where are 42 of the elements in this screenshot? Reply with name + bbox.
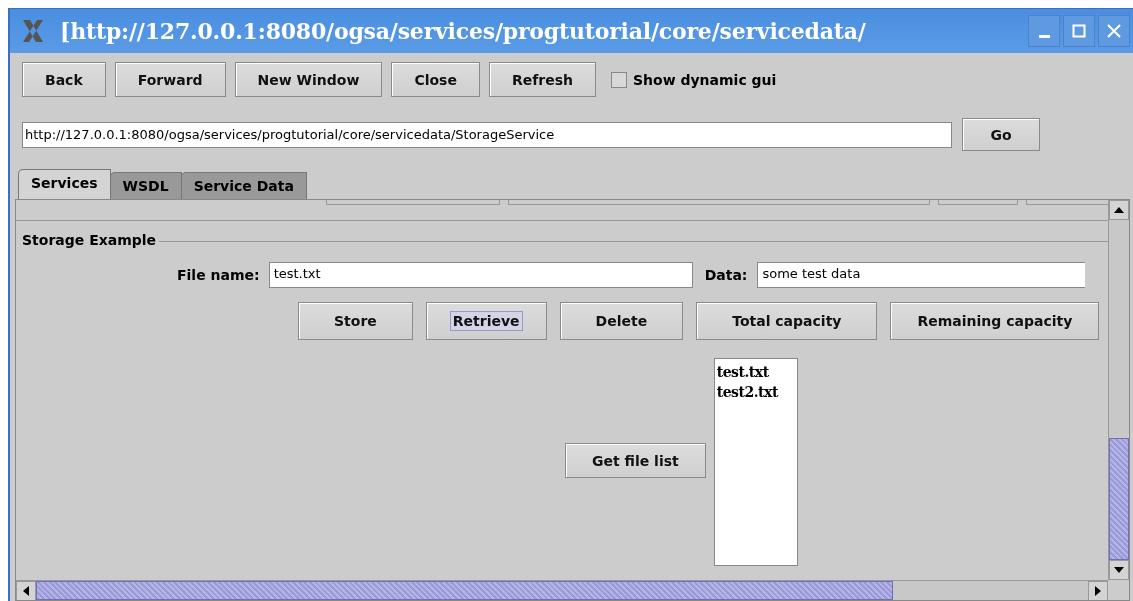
group-title: Storage Example (22, 232, 160, 248)
tab[interactable]: Service Data (180, 172, 307, 199)
toolbar-button[interactable]: New Window (234, 62, 383, 97)
toolbar-button[interactable]: Refresh (488, 62, 596, 97)
file-list[interactable]: test.txt test2.txt (713, 358, 798, 566)
action-button[interactable]: Store (298, 302, 413, 340)
minimize-icon (1038, 34, 1050, 38)
file-name-field[interactable]: test.txt (268, 262, 693, 288)
action-button[interactable]: Remaining capacity (890, 302, 1100, 340)
toolbar-button[interactable]: Back (22, 62, 106, 97)
window-title: [http://127.0.0.1:8080/ogsa/services/progtutorial/core/servicedata/ (60, 18, 867, 44)
maximize-icon (1072, 24, 1086, 38)
action-button[interactable]: Retrieve (425, 302, 547, 340)
x-logo-icon (20, 18, 46, 44)
go-button[interactable]: Go (962, 118, 1040, 151)
scroll-up-icon[interactable] (1109, 200, 1129, 220)
maximize-button[interactable] (1063, 15, 1095, 47)
tab[interactable]: WSDL (109, 172, 182, 199)
action-button[interactable]: Total capacity (696, 302, 878, 340)
action-button[interactable]: Delete (559, 302, 684, 340)
checkbox[interactable] (611, 71, 627, 88)
close-button[interactable] (1098, 15, 1130, 47)
toolbar-button[interactable]: Close (391, 62, 480, 97)
scroll-down-icon[interactable] (1109, 560, 1129, 580)
data-field[interactable]: some test data (757, 262, 1086, 288)
minimize-button[interactable] (1028, 15, 1060, 47)
scroll-thumb[interactable] (1109, 438, 1129, 560)
scroll-thumb[interactable] (36, 581, 893, 600)
get-file-list-button[interactable]: Get file list (565, 443, 706, 478)
field-label: File name: (177, 267, 260, 283)
url-field[interactable]: http://127.0.0.1:8080/ogsa/services/progtutorial/core/servicedata/StorageService (22, 121, 952, 148)
checkbox-label: Show dynamic gui (633, 71, 777, 88)
vertical-scrollbar[interactable] (1108, 200, 1129, 580)
list-item[interactable]: test.txt (716, 362, 795, 382)
horizontal-scrollbar[interactable] (16, 580, 1108, 600)
toolbar-button[interactable]: Forward (114, 62, 226, 97)
scroll-left-icon[interactable] (16, 581, 36, 600)
list-item[interactable]: test2.txt (716, 382, 795, 402)
scroll-right-icon[interactable] (1088, 581, 1108, 600)
field-label: Data: (704, 267, 748, 283)
tab[interactable]: Services (18, 169, 111, 199)
close-icon (1107, 24, 1121, 38)
